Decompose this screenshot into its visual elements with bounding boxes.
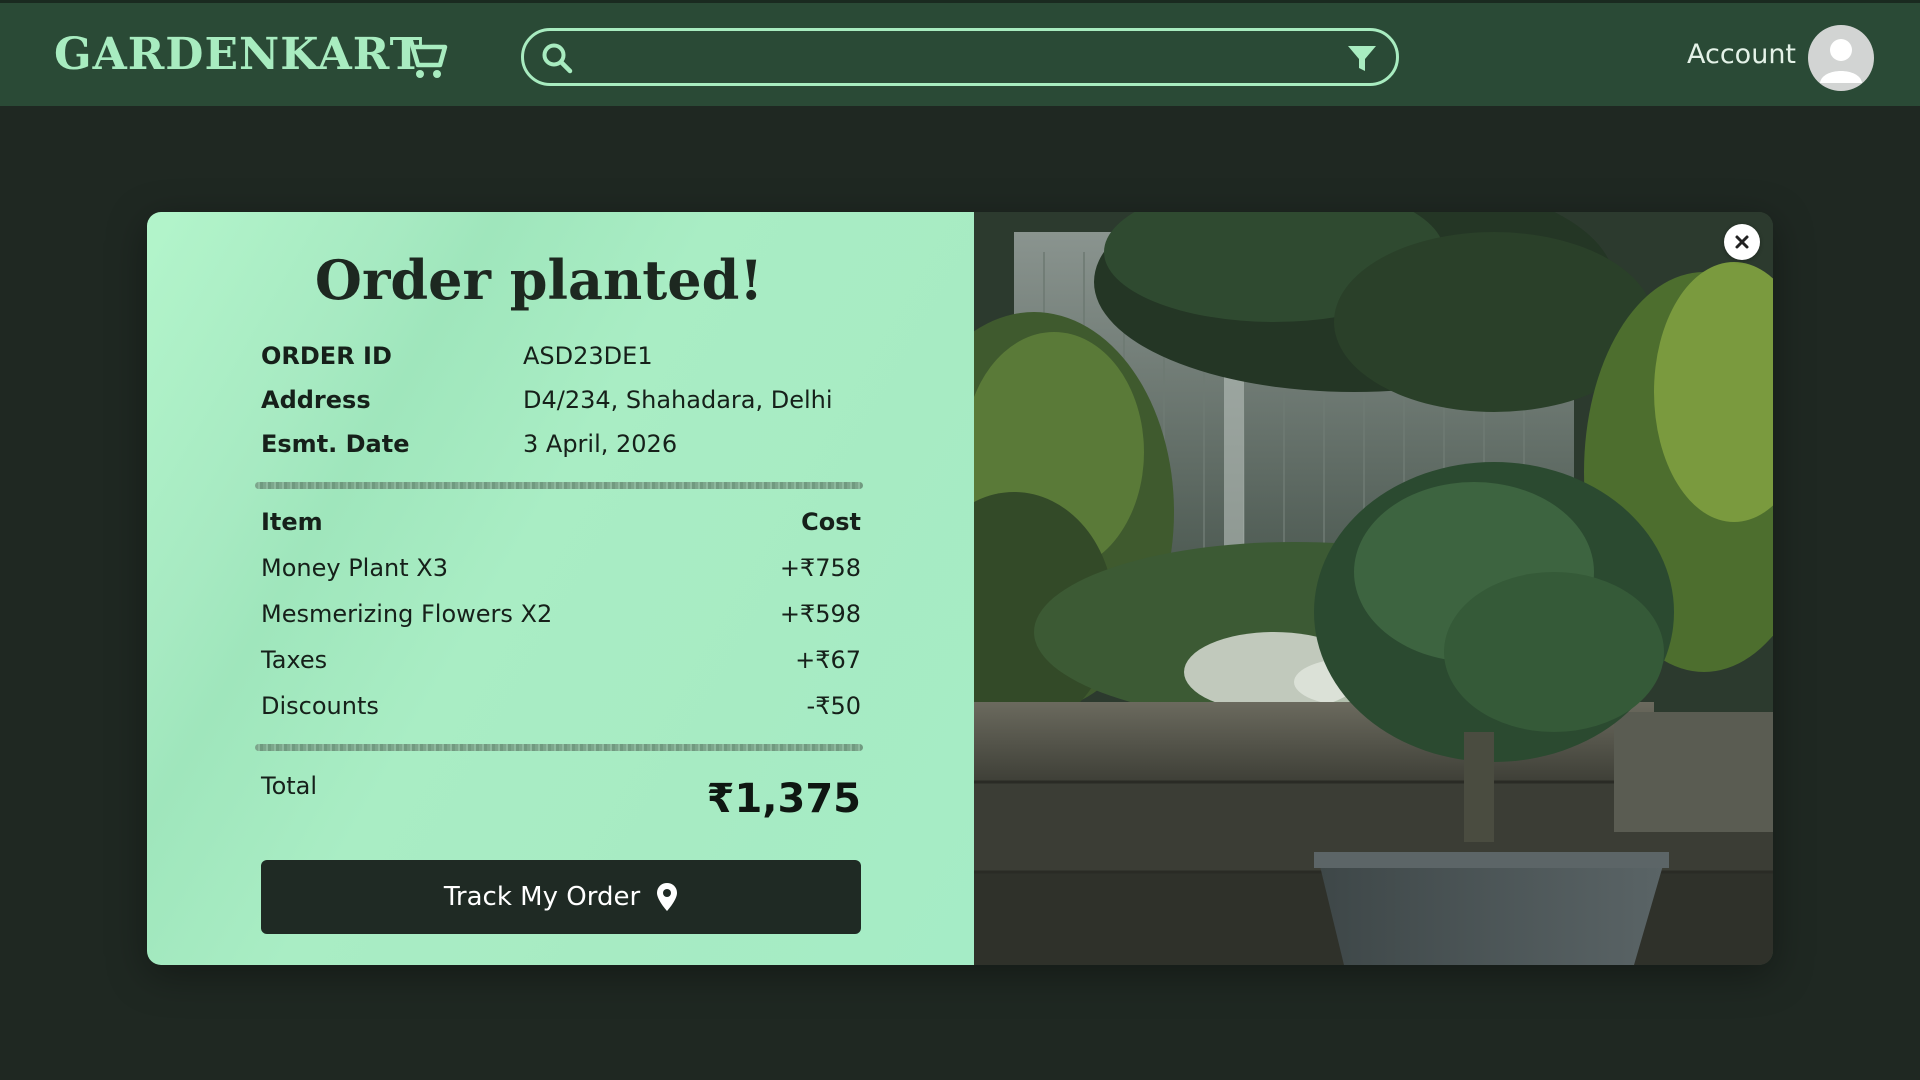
order-id-value: ASD23DE1 bbox=[523, 342, 653, 370]
total-value: ₹1,375 bbox=[706, 776, 861, 822]
cart-button[interactable] bbox=[400, 33, 450, 83]
item-column-header: Item bbox=[261, 508, 323, 536]
track-order-button[interactable]: Track My Order bbox=[261, 860, 861, 934]
order-summary-panel: Order planted! ORDER ID ASD23DE1 Address… bbox=[147, 212, 974, 965]
line-item-name: Discounts bbox=[261, 692, 379, 720]
line-item-name: Money Plant X3 bbox=[261, 554, 449, 582]
divider-bottom bbox=[255, 744, 863, 751]
close-modal-button[interactable] bbox=[1724, 224, 1760, 260]
location-pin-icon bbox=[657, 883, 678, 911]
order-title: Order planted! bbox=[314, 248, 764, 312]
cost-column-header: Cost bbox=[801, 508, 861, 536]
items-table-header: Item Cost bbox=[261, 508, 861, 542]
order-id-row: ORDER ID ASD23DE1 bbox=[261, 342, 861, 378]
filter-icon[interactable] bbox=[1346, 43, 1378, 75]
line-item-name: Taxes bbox=[261, 646, 328, 674]
search-input[interactable] bbox=[586, 37, 1286, 77]
cart-icon bbox=[401, 38, 448, 78]
divider-top bbox=[255, 482, 863, 489]
line-item-name: Mesmerizing Flowers X2 bbox=[261, 600, 553, 628]
line-item-cost: +₹67 bbox=[795, 646, 861, 674]
site-logo[interactable]: GARDENKART bbox=[54, 33, 423, 77]
user-avatar-icon[interactable] bbox=[1808, 25, 1874, 91]
total-label: Total bbox=[261, 772, 318, 800]
garden-plants-photo bbox=[974, 212, 1773, 965]
line-item-cost: +₹598 bbox=[779, 600, 861, 628]
line-item: Discounts -₹50 bbox=[261, 692, 861, 726]
estimated-date-row: Esmt. Date 3 April, 2026 bbox=[261, 430, 861, 466]
search-icon[interactable] bbox=[540, 41, 574, 75]
top-navigation-bar: GARDENKART Account bbox=[0, 0, 1920, 106]
address-row: Address D4/234, Shahadara, Delhi bbox=[261, 386, 861, 422]
estimated-date-value: 3 April, 2026 bbox=[523, 430, 678, 458]
line-item: Taxes +₹67 bbox=[261, 646, 861, 680]
estimated-date-label: Esmt. Date bbox=[261, 430, 410, 458]
close-icon bbox=[1735, 235, 1749, 249]
search-bar bbox=[521, 28, 1399, 86]
line-item-cost: -₹50 bbox=[806, 692, 861, 720]
line-item-cost: +₹758 bbox=[779, 554, 861, 582]
account-link[interactable]: Account bbox=[1687, 41, 1796, 68]
order-confirmation-modal: Order planted! ORDER ID ASD23DE1 Address… bbox=[147, 212, 1773, 965]
line-item: Mesmerizing Flowers X2 +₹598 bbox=[261, 600, 861, 634]
address-value: D4/234, Shahadara, Delhi bbox=[523, 386, 833, 414]
address-label: Address bbox=[261, 386, 371, 414]
line-item: Money Plant X3 +₹758 bbox=[261, 554, 861, 588]
order-id-label: ORDER ID bbox=[261, 342, 392, 370]
track-order-label: Track My Order bbox=[443, 882, 641, 912]
